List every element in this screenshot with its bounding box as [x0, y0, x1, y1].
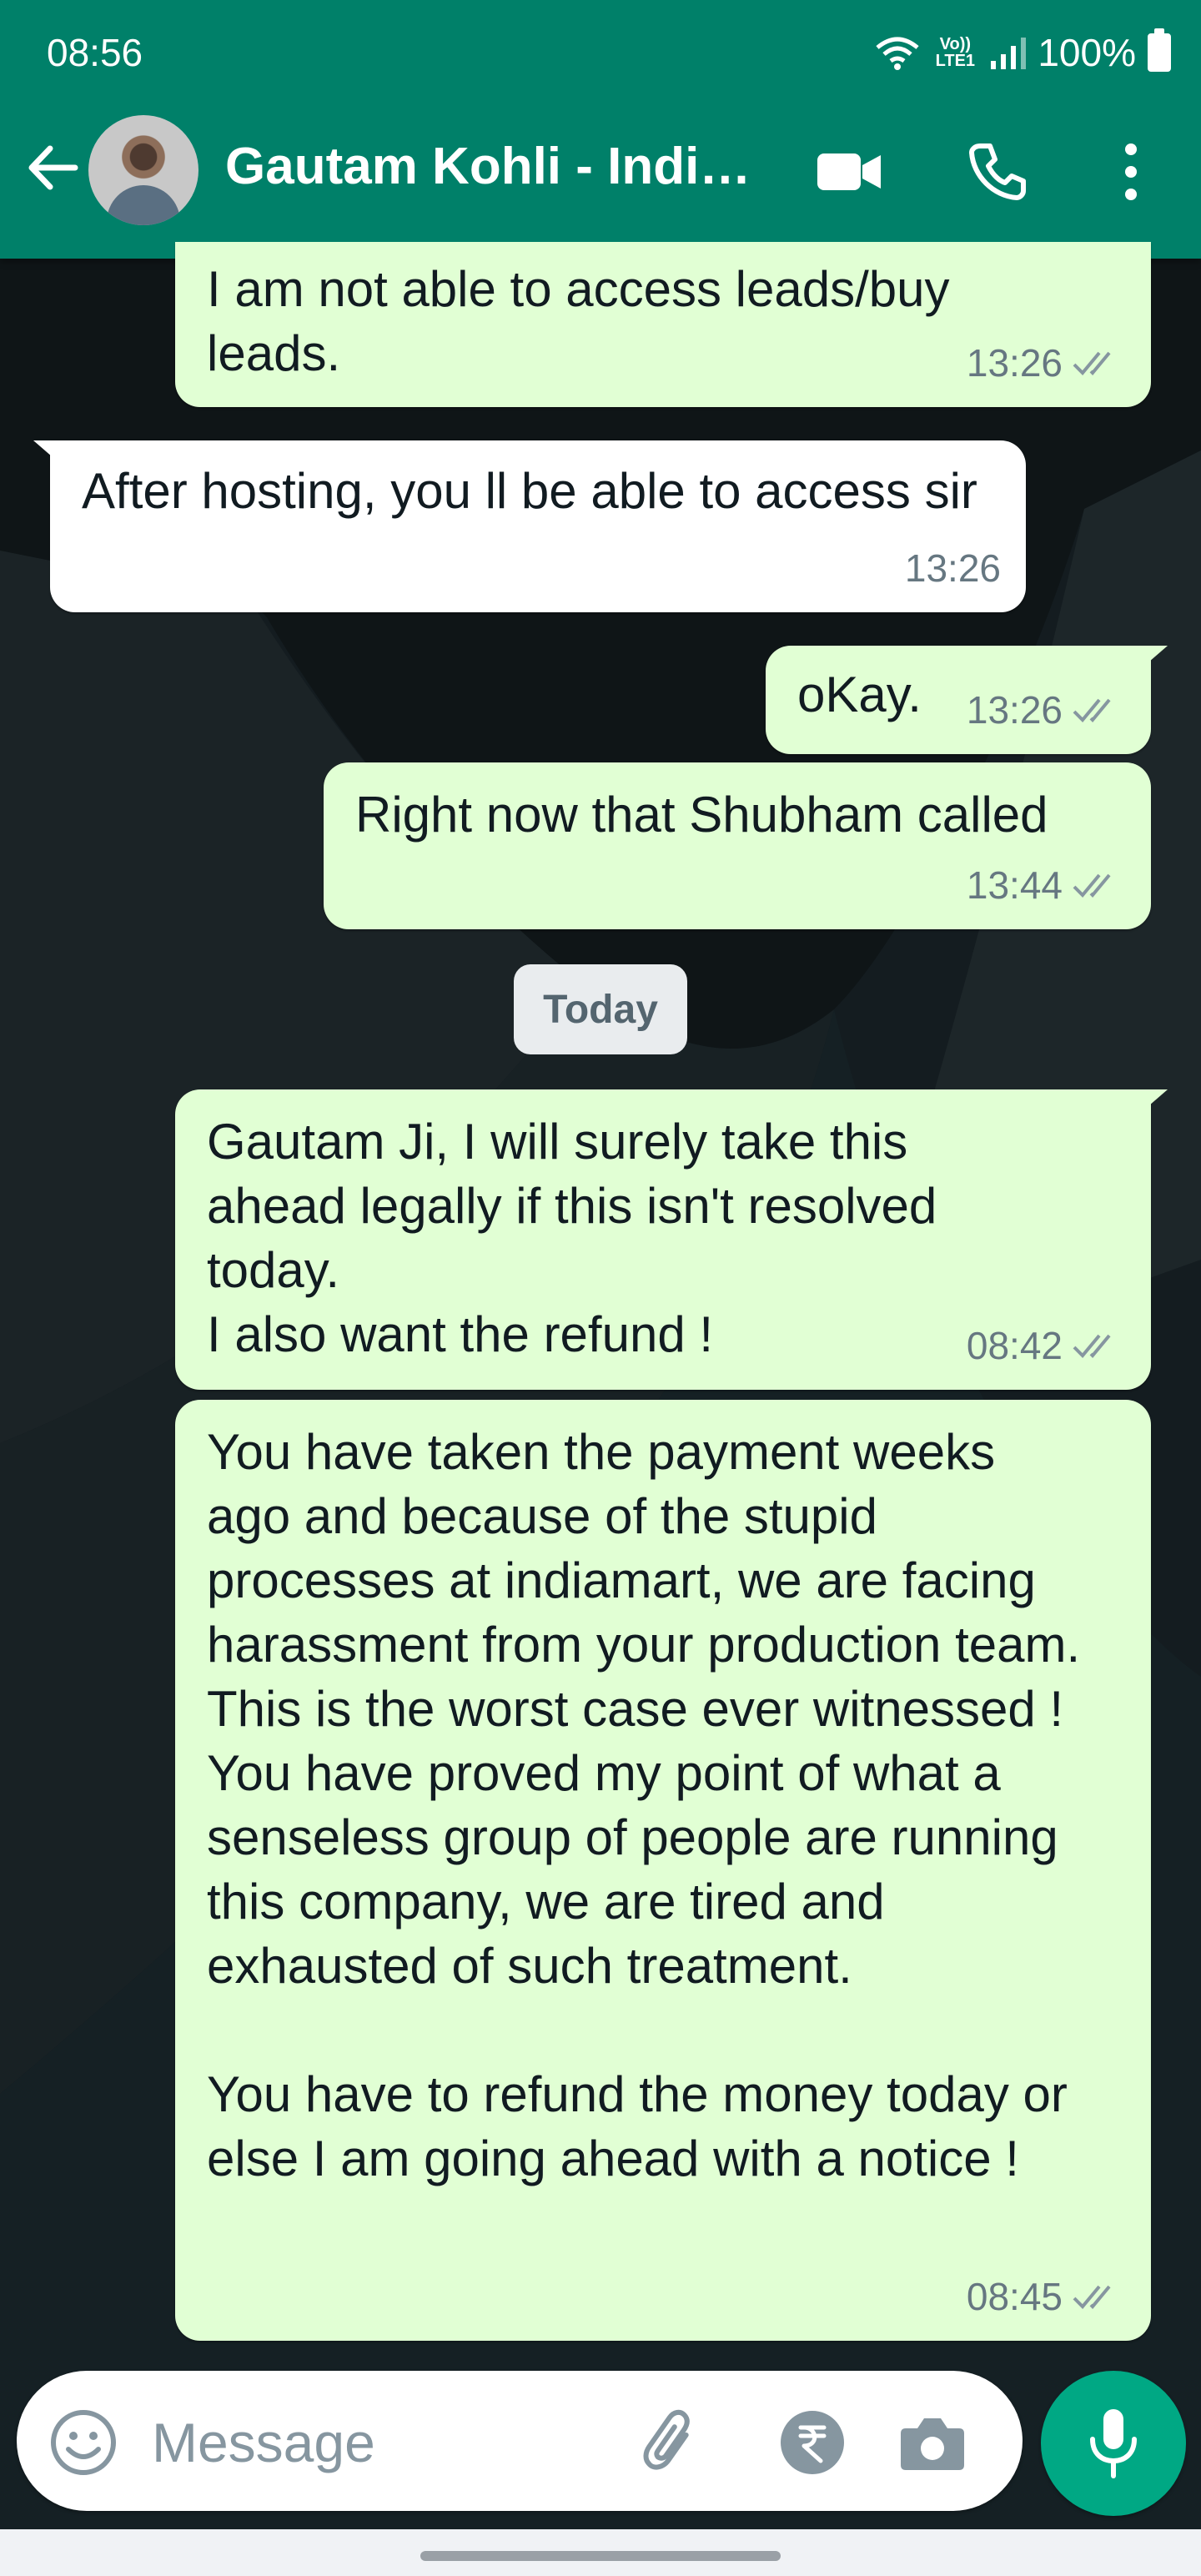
home-gesture-handle[interactable] — [420, 2551, 781, 2561]
message-composer — [17, 2371, 1023, 2511]
message-text: Right now that Shubham called — [355, 787, 1048, 843]
voice-message-button[interactable] — [1041, 2371, 1186, 2516]
status-icons: Vo)) LTE1 100% — [874, 28, 1171, 75]
voice-call-button[interactable] — [964, 138, 1031, 205]
camera-button[interactable] — [897, 2407, 967, 2478]
message-bubble-outgoing[interactable]: oKay. 13:26 — [766, 646, 1168, 754]
date-divider: Today — [514, 964, 687, 1054]
message-meta: 08:45 — [967, 2265, 1123, 2329]
network-type: Vo)) LTE1 — [935, 35, 976, 70]
camera-icon — [901, 2418, 964, 2470]
message-time: 13:26 — [904, 546, 1001, 590]
double-check-icon — [1073, 1334, 1111, 1358]
rupee-icon — [781, 2411, 844, 2474]
status-time: 08:56 — [47, 31, 143, 74]
microphone-icon — [1090, 2409, 1137, 2478]
message-input[interactable] — [150, 2404, 621, 2481]
message-time: 13:26 — [966, 688, 1063, 732]
message-bubble-outgoing[interactable]: Gautam Ji, I will surely take this ahead… — [175, 1089, 1168, 1390]
payment-button[interactable] — [777, 2407, 847, 2478]
message-time: 13:44 — [966, 863, 1063, 907]
video-camera-icon — [817, 153, 881, 190]
emoji-icon — [51, 2410, 116, 2475]
message-text: Gautam Ji, I will surely take this ahead… — [207, 1114, 937, 1362]
message-bubble-outgoing[interactable]: You have taken the payment weeks ago and… — [175, 1400, 1151, 2341]
bubble-tail — [33, 440, 58, 462]
arrow-left-icon — [28, 145, 78, 190]
message-time: 13:26 — [966, 341, 1063, 385]
battery-level: 100% — [1038, 31, 1136, 74]
back-button[interactable] — [23, 138, 82, 197]
message-time: 08:42 — [966, 1324, 1063, 1367]
double-check-icon — [1073, 351, 1111, 375]
message-meta: 13:26 — [967, 331, 1123, 395]
more-options-button[interactable] — [1098, 138, 1164, 205]
message-text: You have taken the payment weeks ago and… — [207, 1424, 1081, 2186]
contact-name[interactable]: Gautam Kohli - Indi… — [225, 137, 759, 196]
emoji-button[interactable] — [48, 2407, 118, 2478]
message-meta: 13:26 — [905, 536, 1001, 601]
message-text: oKay. — [797, 667, 922, 722]
message-text: I am not able to access leads/buy leads. — [207, 261, 964, 381]
message-bubble-outgoing[interactable]: Right now that Shubham called 13:44 — [324, 762, 1151, 929]
bubble-tail — [1143, 1089, 1168, 1111]
battery-icon — [1148, 28, 1171, 72]
double-check-icon — [1073, 2285, 1111, 2309]
message-text: After hosting, you ll be able to access … — [82, 463, 977, 519]
message-time: 08:45 — [966, 2275, 1063, 2318]
paperclip-icon — [643, 2409, 690, 2470]
video-call-button[interactable] — [816, 138, 882, 205]
double-check-icon — [1073, 873, 1111, 898]
bubble-tail — [1143, 646, 1168, 667]
app-header: 08:56 Vo)) LTE1 100% Gautam Kohli - Indi… — [0, 0, 1201, 259]
wifi-icon — [876, 37, 919, 70]
message-bubble-outgoing[interactable]: I am not able to access leads/buy leads.… — [175, 242, 1151, 407]
more-vertical-icon — [1125, 143, 1137, 200]
message-bubble-incoming[interactable]: After hosting, you ll be able to access … — [33, 440, 1026, 612]
attach-button[interactable] — [637, 2407, 707, 2478]
double-check-icon — [1073, 698, 1111, 722]
signal-icon — [991, 38, 1027, 69]
message-meta: 13:44 — [967, 853, 1123, 918]
message-meta: 13:26 — [967, 678, 1123, 742]
contact-avatar[interactable] — [88, 115, 198, 225]
phone-icon — [969, 143, 1026, 200]
message-meta: 08:42 — [967, 1314, 1123, 1378]
